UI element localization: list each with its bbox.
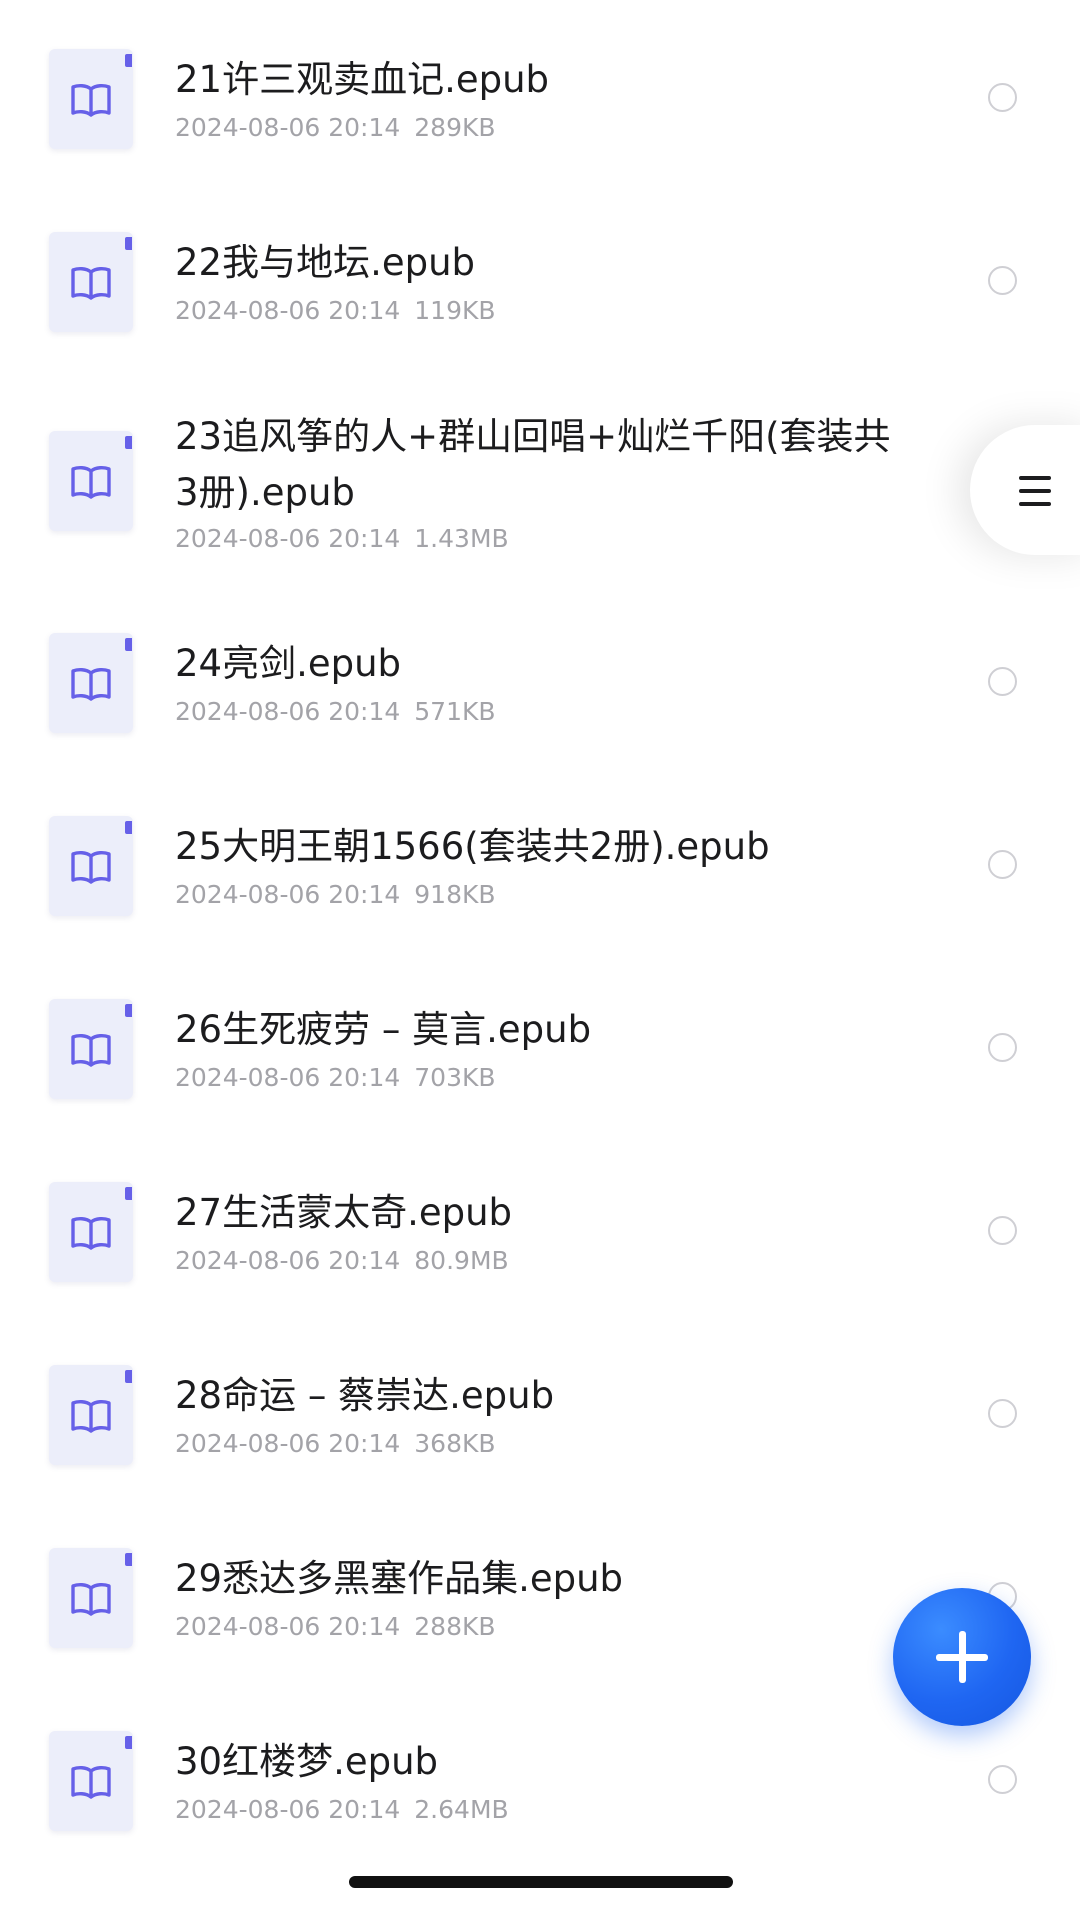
file-meta: 2024-08-06 20:14 918KB xyxy=(175,878,496,912)
book-icon xyxy=(71,1399,111,1433)
epub-file-icon xyxy=(49,1365,133,1465)
select-radio[interactable] xyxy=(988,850,1017,879)
file-meta: 2024-08-06 20:14 571KB xyxy=(175,695,496,729)
select-radio[interactable] xyxy=(988,1765,1017,1794)
file-corner-tag xyxy=(125,1736,132,1749)
file-size: 918KB xyxy=(414,880,496,909)
file-date: 2024-08-06 20:14 xyxy=(175,880,401,909)
file-size: 703KB xyxy=(414,1063,496,1092)
epub-file-icon xyxy=(49,431,133,531)
file-name: 25大明王朝1566(套装共2册).epub xyxy=(175,825,770,868)
file-size: 80.9MB xyxy=(414,1246,509,1275)
epub-file-icon xyxy=(49,1182,133,1282)
epub-file-icon xyxy=(49,49,133,149)
file-date: 2024-08-06 20:14 xyxy=(175,113,401,142)
file-name: 29悉达多黑塞作品集.epub xyxy=(175,1557,624,1600)
file-meta: 2024-08-06 20:14 288KB xyxy=(175,1610,496,1644)
book-icon xyxy=(71,850,111,884)
file-row[interactable]: 30红楼梦.epub 2024-08-06 20:14 2.64MB xyxy=(0,1697,1080,1880)
file-size: 289KB xyxy=(414,113,496,142)
epub-file-icon xyxy=(49,232,133,332)
book-icon xyxy=(71,465,111,499)
book-icon xyxy=(71,1216,111,1250)
file-row[interactable]: 24亮剑.epub 2024-08-06 20:14 571KB xyxy=(0,599,1080,782)
epub-file-icon xyxy=(49,1731,133,1831)
file-meta: 2024-08-06 20:14 703KB xyxy=(175,1061,496,1095)
file-corner-tag xyxy=(125,1004,132,1017)
file-meta: 2024-08-06 20:14 80.9MB xyxy=(175,1244,509,1278)
file-name: 26生死疲劳 – 莫言.epub xyxy=(175,1008,592,1051)
file-meta: 2024-08-06 20:14 368KB xyxy=(175,1427,496,1461)
epub-file-icon xyxy=(49,633,133,733)
select-radio[interactable] xyxy=(988,83,1017,112)
epub-file-icon xyxy=(49,816,133,916)
file-date: 2024-08-06 20:14 xyxy=(175,697,401,726)
file-size: 571KB xyxy=(414,697,496,726)
epub-file-icon xyxy=(49,1548,133,1648)
file-name: 30红楼梦.epub xyxy=(175,1740,439,1783)
file-corner-tag xyxy=(125,436,132,449)
menu-icon xyxy=(1019,476,1051,506)
file-meta: 2024-08-06 20:14 119KB xyxy=(175,294,496,328)
file-date: 2024-08-06 20:14 xyxy=(175,1612,401,1641)
file-meta: 2024-08-06 20:14 289KB xyxy=(175,111,496,145)
file-row[interactable]: 26生死疲劳 – 莫言.epub 2024-08-06 20:14 703KB xyxy=(0,965,1080,1148)
file-name: 24亮剑.epub xyxy=(175,642,402,685)
book-icon xyxy=(71,667,111,701)
file-name: 28命运 – 蔡崇达.epub xyxy=(175,1374,555,1417)
select-radio[interactable] xyxy=(988,667,1017,696)
select-radio[interactable] xyxy=(988,266,1017,295)
file-name: 23追风筝的人+群山回唱+灿烂千阳(套装共3册).epub xyxy=(175,415,891,514)
file-row[interactable]: 25大明王朝1566(套装共2册).epub 2024-08-06 20:14 9… xyxy=(0,782,1080,965)
file-size: 2.64MB xyxy=(414,1795,509,1824)
book-icon xyxy=(71,83,111,117)
file-name: 22我与地坛.epub xyxy=(175,241,476,284)
file-size: 288KB xyxy=(414,1612,496,1641)
file-corner-tag xyxy=(125,821,132,834)
select-radio[interactable] xyxy=(988,1033,1017,1062)
file-corner-tag xyxy=(125,1553,132,1566)
file-row[interactable]: 23追风筝的人+群山回唱+灿烂千阳(套装共3册).epub 2024-08-06… xyxy=(0,374,1080,599)
file-size: 368KB xyxy=(414,1429,496,1458)
file-date: 2024-08-06 20:14 xyxy=(175,296,401,325)
file-date: 2024-08-06 20:14 xyxy=(175,1063,401,1092)
file-corner-tag xyxy=(125,54,132,67)
file-date: 2024-08-06 20:14 xyxy=(175,524,401,553)
book-icon xyxy=(71,1765,111,1799)
file-date: 2024-08-06 20:14 xyxy=(175,1795,401,1824)
file-corner-tag xyxy=(125,1370,132,1383)
book-icon xyxy=(71,266,111,300)
file-meta: 2024-08-06 20:14 1.43MB xyxy=(175,522,509,556)
add-button[interactable] xyxy=(893,1588,1031,1726)
plus-icon-stem xyxy=(959,1631,966,1683)
file-meta: 2024-08-06 20:14 2.64MB xyxy=(175,1793,509,1827)
file-row[interactable]: 27生活蒙太奇.epub 2024-08-06 20:14 80.9MB xyxy=(0,1148,1080,1331)
epub-file-icon xyxy=(49,999,133,1099)
file-corner-tag xyxy=(125,638,132,651)
file-corner-tag xyxy=(125,237,132,250)
file-corner-tag xyxy=(125,1187,132,1200)
file-date: 2024-08-06 20:14 xyxy=(175,1246,401,1275)
file-size: 1.43MB xyxy=(414,524,509,553)
file-row[interactable]: 28命运 – 蔡崇达.epub 2024-08-06 20:14 368KB xyxy=(0,1331,1080,1514)
file-size: 119KB xyxy=(414,296,496,325)
book-icon xyxy=(71,1033,111,1067)
file-date: 2024-08-06 20:14 xyxy=(175,1429,401,1458)
file-name: 27生活蒙太奇.epub xyxy=(175,1191,513,1234)
file-row[interactable]: 21许三观卖血记.epub 2024-08-06 20:14 289KB xyxy=(0,8,1080,191)
select-radio[interactable] xyxy=(988,1399,1017,1428)
file-row[interactable]: 22我与地坛.epub 2024-08-06 20:14 119KB xyxy=(0,191,1080,374)
book-icon xyxy=(71,1582,111,1616)
home-indicator[interactable] xyxy=(349,1876,733,1888)
select-radio[interactable] xyxy=(988,1216,1017,1245)
file-name: 21许三观卖血记.epub xyxy=(175,58,550,101)
